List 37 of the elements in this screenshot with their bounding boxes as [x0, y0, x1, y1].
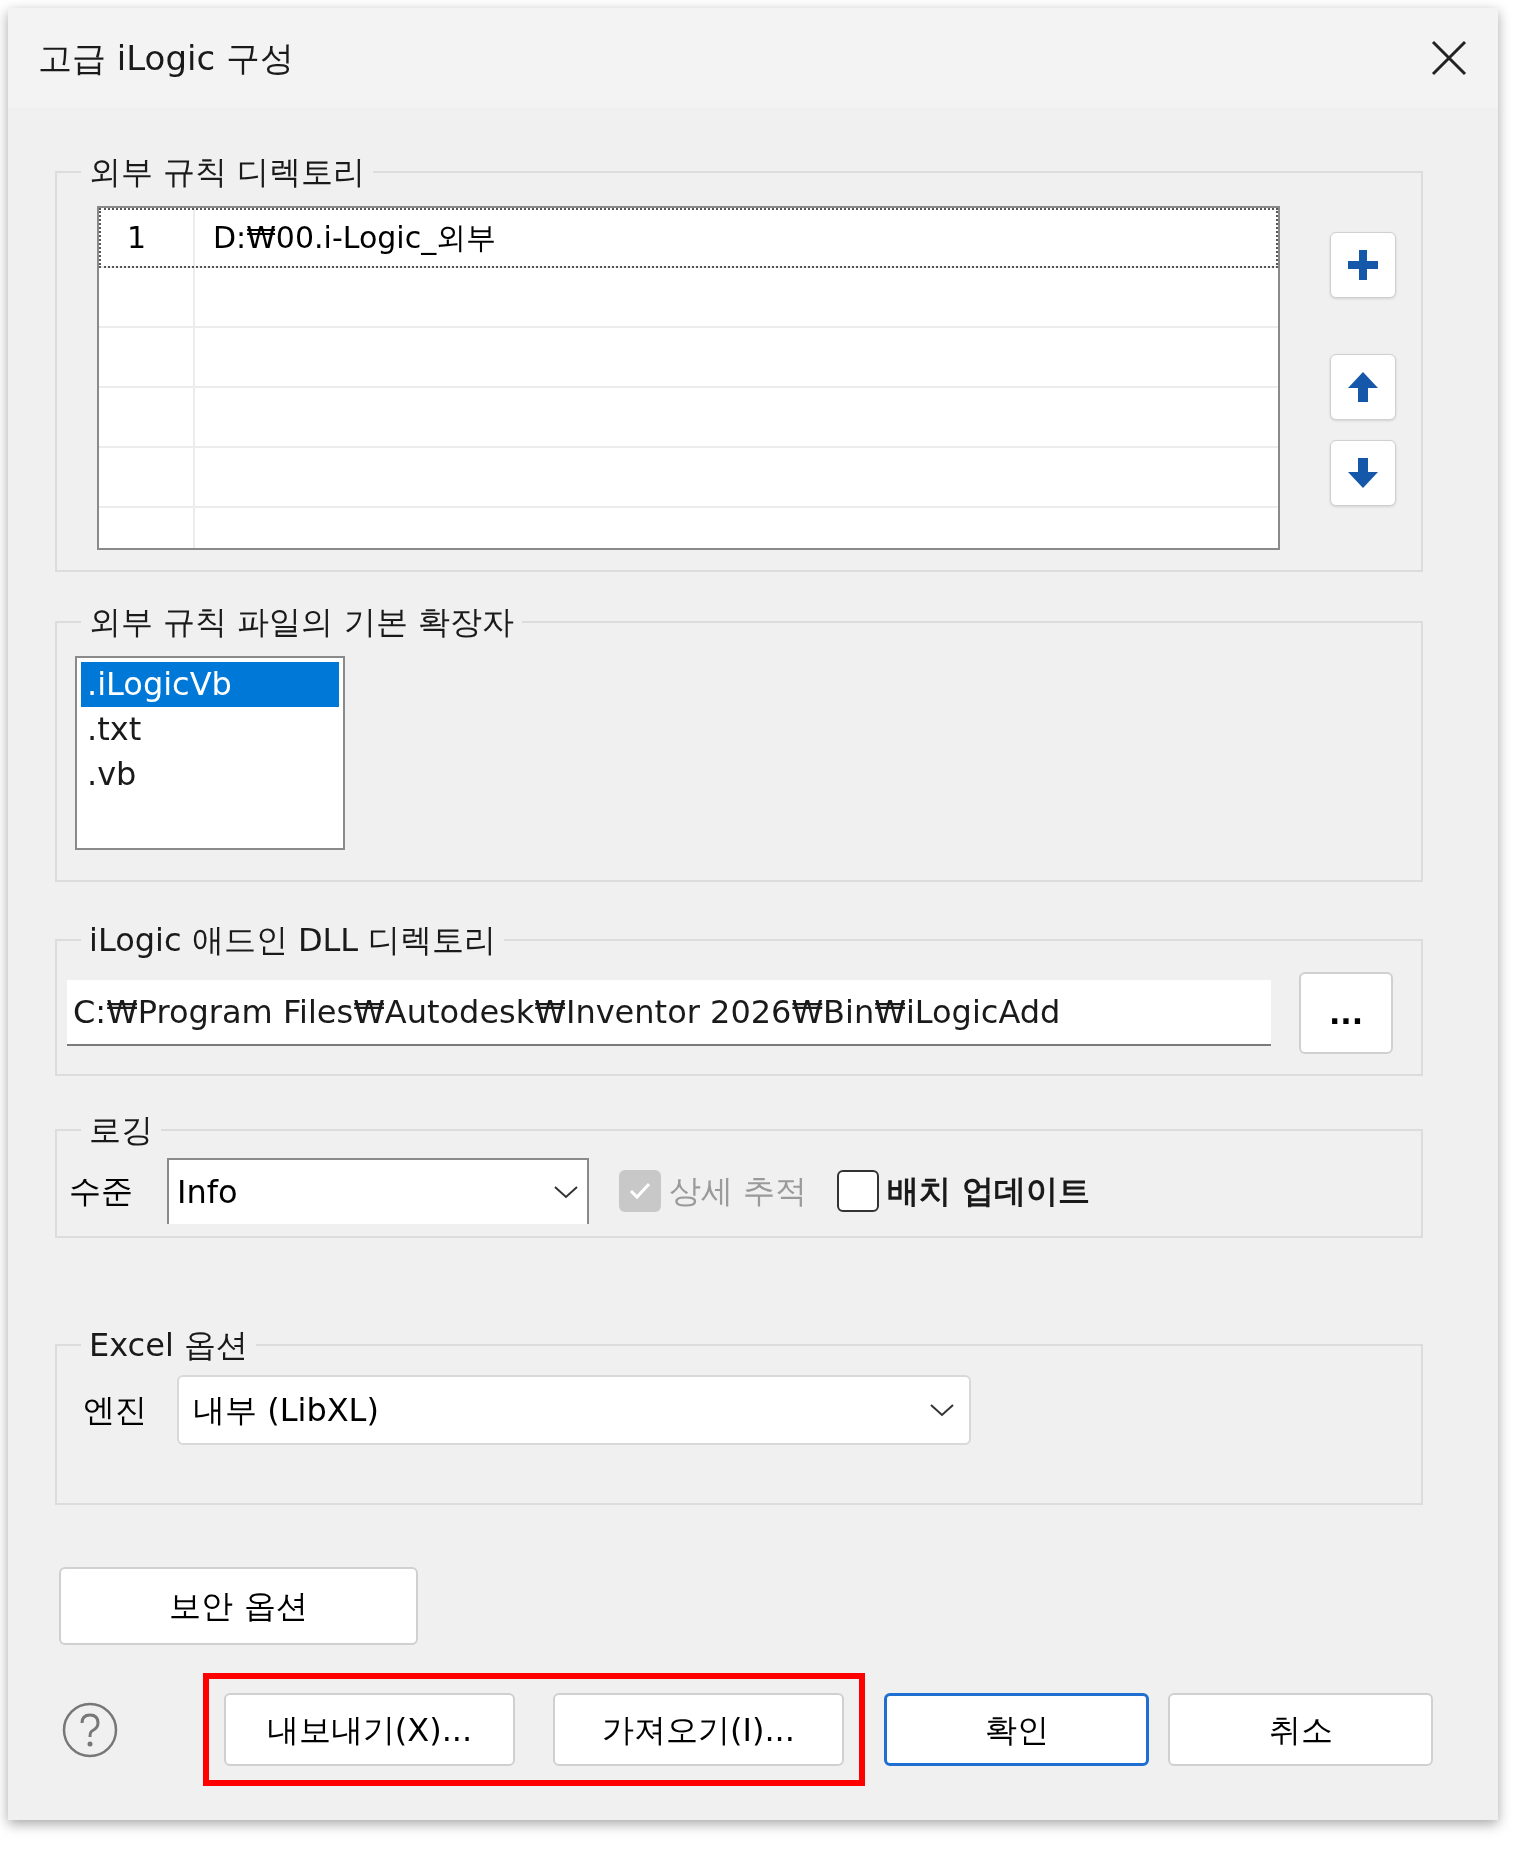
table-row[interactable]: 1 D:₩00.i-Logic_외부	[99, 208, 1278, 268]
help-icon[interactable]	[61, 1700, 119, 1759]
checkbox-label: 상세 추적	[669, 1171, 808, 1212]
dialog-button[interactable]: 취소	[1168, 1693, 1433, 1766]
path-field[interactable]: C:₩Program Files₩Autodesk₩Inventor 2026₩Bin₩iLogicAdd	[67, 980, 1271, 1046]
dialog-button[interactable]: 가져오기(I)...	[553, 1693, 844, 1766]
engine-label: 엔진	[83, 1390, 147, 1431]
checkbox-label: 배치 업데이트	[887, 1171, 1091, 1212]
browse-button[interactable]: ...	[1299, 972, 1393, 1054]
dropdown-value: Info	[177, 1172, 238, 1213]
group-title: iLogic 애드인 DLL 디렉토리	[88, 920, 498, 961]
group-title: 로깅	[88, 1110, 154, 1151]
level-dropdown[interactable]: Info	[167, 1158, 589, 1224]
group-title: 외부 규칙 파일의 기본 확장자	[88, 602, 515, 643]
move-down-button[interactable]	[1330, 440, 1396, 506]
row-number: 1	[127, 218, 147, 257]
arrow-up-icon	[1346, 370, 1380, 404]
plus-icon	[1346, 248, 1380, 282]
list-item[interactable]: .txt	[81, 707, 339, 752]
group-title: 외부 규칙 디렉토리	[88, 152, 367, 193]
dialog-button[interactable]: 내보내기(X)...	[224, 1693, 515, 1766]
arrow-down-icon	[1346, 456, 1380, 490]
list-item[interactable]: .vb	[81, 752, 339, 797]
dropdown-value: 내부 (LibXL)	[193, 1390, 379, 1431]
engine-dropdown[interactable]: 내부 (LibXL)	[177, 1375, 971, 1445]
chevron-down-icon	[553, 1184, 579, 1200]
move-up-button[interactable]	[1330, 354, 1396, 420]
level-label: 수준	[69, 1171, 133, 1212]
dialog-button[interactable]: 확인	[884, 1693, 1149, 1766]
chevron-down-icon	[929, 1402, 955, 1418]
list-item[interactable]: .iLogicVb	[81, 662, 339, 707]
add-button[interactable]	[1330, 232, 1396, 298]
table-cell-text: D:₩00.i-Logic_외부	[213, 218, 497, 257]
checkbox[interactable]	[837, 1170, 880, 1212]
group-title: Excel 옵션	[88, 1325, 249, 1366]
security-options-button[interactable]: 보안 옵션	[59, 1567, 418, 1645]
window-title: 고급 iLogic 구성	[38, 36, 294, 80]
